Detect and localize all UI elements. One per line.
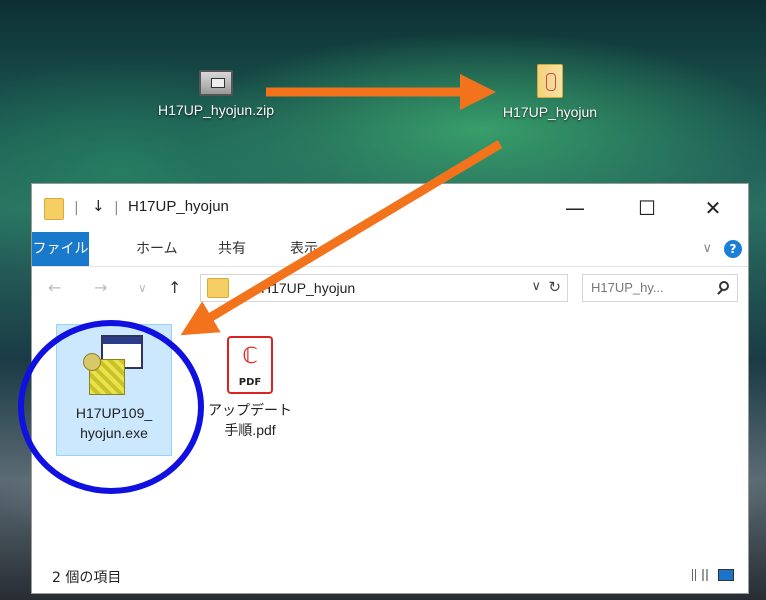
maximize-button[interactable]: ☐ xyxy=(626,188,668,228)
large-icons-view-icon[interactable] xyxy=(718,569,734,581)
file-item-exe[interactable]: H17UP109_ hyojun.exe xyxy=(56,324,172,456)
separator: | xyxy=(114,200,119,216)
desktop-folder-label: H17UP_hyojun xyxy=(502,104,598,120)
file-name: アップデート 手順.pdf xyxy=(208,402,292,438)
address-dropdown-icon[interactable]: ∨ xyxy=(531,279,541,294)
details-view-icon[interactable] xyxy=(692,569,708,581)
folder-icon xyxy=(44,198,64,220)
item-count: 2 個の項目 xyxy=(52,570,122,586)
installer-exe-icon xyxy=(83,335,145,397)
navigation-bar: ← → ∨ ↑ H17UP_hyojun ∨ ↻ H17UP_hy... xyxy=(32,266,748,310)
file-name: H17UP109_ hyojun.exe xyxy=(75,405,153,441)
folder-icon xyxy=(207,278,229,298)
back-button[interactable]: ← xyxy=(48,278,61,297)
zip-archive-icon xyxy=(199,70,233,96)
tab-share[interactable]: 共有 xyxy=(204,232,260,266)
tab-view[interactable]: 表示 xyxy=(276,232,332,266)
address-path: H17UP_hyojun xyxy=(261,280,356,296)
tab-home[interactable]: ホーム xyxy=(122,232,192,266)
title-bar[interactable]: | ↓ | H17UP_hyojun — ☐ ✕ xyxy=(32,184,748,232)
folder-icon xyxy=(537,64,563,98)
explorer-window: | ↓ | H17UP_hyojun — ☐ ✕ ファイル ホーム 共有 表示 … xyxy=(31,183,749,594)
close-button[interactable]: ✕ xyxy=(692,188,734,228)
ribbon-expand-icon[interactable]: ∨ xyxy=(702,241,712,256)
address-bar[interactable]: H17UP_hyojun ∨ ↻ xyxy=(200,274,568,302)
up-button[interactable]: ↑ xyxy=(168,278,181,297)
forward-button[interactable]: → xyxy=(94,278,107,297)
separator: | xyxy=(74,200,79,216)
tab-file[interactable]: ファイル xyxy=(32,232,89,266)
ribbon-tabs: ファイル ホーム 共有 表示 ∨ ? xyxy=(32,232,748,267)
file-item-pdf[interactable]: ℂ PDF アップデート 手順.pdf xyxy=(192,324,308,456)
pdf-file-icon: ℂ PDF xyxy=(227,336,273,394)
desktop-folder[interactable]: H17UP_hyojun xyxy=(480,64,620,120)
search-placeholder: H17UP_hy... xyxy=(591,280,664,295)
quick-access-dropdown[interactable]: ↓ xyxy=(92,197,105,215)
search-input[interactable]: H17UP_hy... xyxy=(582,274,738,302)
recent-locations-button[interactable]: ∨ xyxy=(138,281,147,295)
search-icon xyxy=(719,281,729,291)
window-title: H17UP_hyojun xyxy=(128,198,229,215)
desktop-zip-label: H17UP_hyojun.zip xyxy=(158,102,274,118)
file-list: H17UP109_ hyojun.exe ℂ PDF アップデート 手順.pdf xyxy=(32,310,748,550)
help-icon[interactable]: ? xyxy=(724,240,742,258)
minimize-button[interactable]: — xyxy=(554,188,596,228)
refresh-icon[interactable]: ↻ xyxy=(548,278,561,296)
status-bar: 2 個の項目 xyxy=(32,559,748,593)
desktop-zip-file[interactable]: H17UP_hyojun.zip xyxy=(146,70,286,118)
